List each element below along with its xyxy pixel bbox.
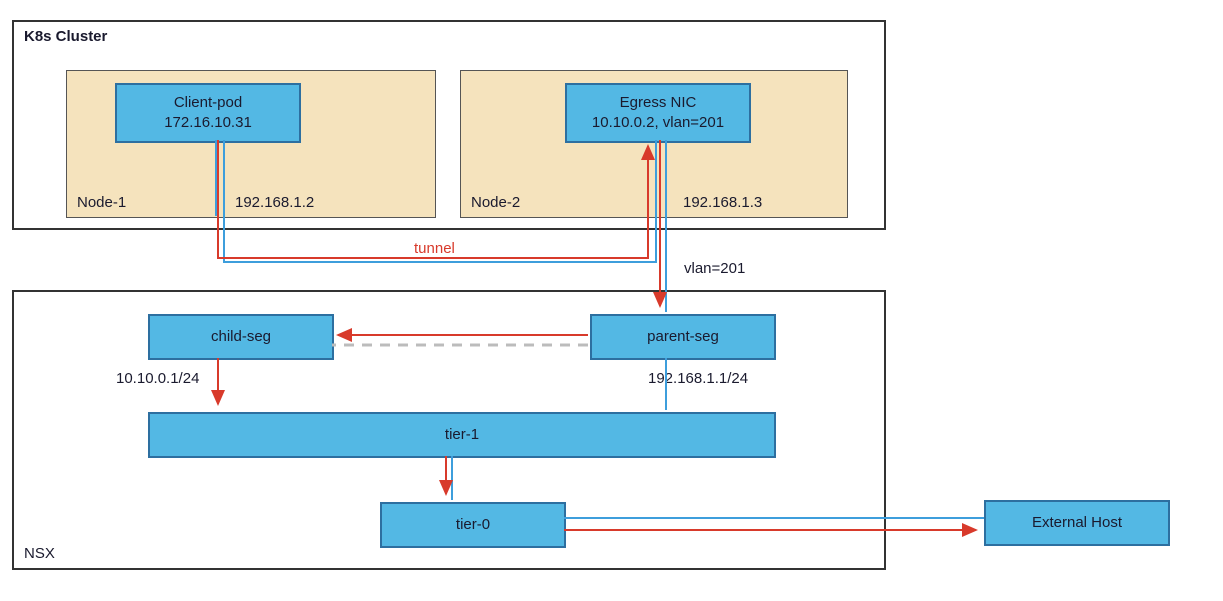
nsx-box: NSX child-seg 10.10.0.1/24 parent-seg 19… — [12, 290, 886, 570]
client-pod-title: Client-pod — [174, 93, 242, 113]
child-seg-label: child-seg — [211, 327, 271, 347]
parent-seg-box: parent-seg — [590, 314, 776, 360]
egress-nic-detail: 10.10.0.2, vlan=201 — [592, 113, 724, 133]
tier-1-label: tier-1 — [445, 425, 479, 445]
tier-1-box: tier-1 — [148, 412, 776, 458]
parent-seg-label: parent-seg — [647, 327, 719, 347]
node-1-label: Node-1 — [77, 194, 126, 211]
node-2-ip: 192.168.1.3 — [683, 194, 762, 211]
tier-0-label: tier-0 — [456, 515, 490, 535]
external-host-box: External Host — [984, 500, 1170, 546]
tier-0-box: tier-0 — [380, 502, 566, 548]
external-host-label: External Host — [1032, 513, 1122, 533]
k8s-cluster-title: K8s Cluster — [24, 28, 107, 45]
client-pod-box: Client-pod 172.16.10.31 — [115, 83, 301, 143]
diagram-canvas: K8s Cluster Node-1 192.168.1.2 Client-po… — [0, 0, 1223, 601]
node-1-box: Node-1 192.168.1.2 Client-pod 172.16.10.… — [66, 70, 436, 218]
node-2-label: Node-2 — [471, 194, 520, 211]
client-pod-ip: 172.16.10.31 — [164, 113, 252, 133]
tunnel-label: tunnel — [414, 240, 455, 257]
node-1-ip: 192.168.1.2 — [235, 194, 314, 211]
child-seg-ip: 10.10.0.1/24 — [116, 370, 199, 387]
vlan-label: vlan=201 — [684, 260, 745, 277]
node-2-box: Node-2 192.168.1.3 Egress NIC 10.10.0.2,… — [460, 70, 848, 218]
child-seg-box: child-seg — [148, 314, 334, 360]
k8s-cluster-box: K8s Cluster Node-1 192.168.1.2 Client-po… — [12, 20, 886, 230]
parent-seg-ip: 192.168.1.1/24 — [648, 370, 748, 387]
egress-nic-title: Egress NIC — [620, 93, 697, 113]
nsx-title: NSX — [24, 545, 55, 562]
egress-nic-box: Egress NIC 10.10.0.2, vlan=201 — [565, 83, 751, 143]
